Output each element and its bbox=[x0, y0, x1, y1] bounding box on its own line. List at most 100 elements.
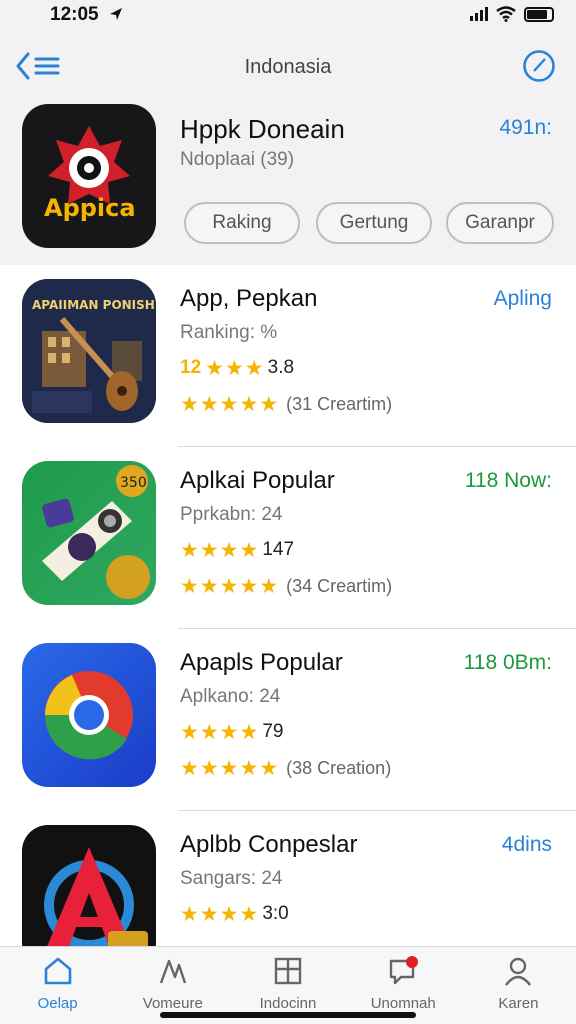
app-icon-caption: APAIIMAN PONISHN bbox=[32, 298, 156, 312]
star-icon: ★ bbox=[199, 575, 219, 598]
status-time: 12:05 bbox=[50, 4, 99, 25]
header: Indonasia Appica Hppk Doneain Ndoplaai (… bbox=[0, 30, 576, 265]
score-stars: ★ ★ ★ ★ bbox=[180, 904, 258, 925]
tab-label: Oelap bbox=[37, 995, 78, 1012]
tab-fifth[interactable]: Karen bbox=[461, 947, 576, 1024]
app-name: App, Pepkan bbox=[180, 285, 318, 312]
score-value: 147 bbox=[262, 539, 295, 560]
star-icon: ★ bbox=[199, 538, 219, 562]
star-icon: ★ bbox=[199, 720, 219, 744]
list-item[interactable]: Apapls Popular 118 0Bm: Aplkano: 24 ★ ★ ★ ★… bbox=[0, 629, 576, 811]
rating-stars: ★ ★ ★ ★ ★ bbox=[180, 576, 278, 597]
score-line: ★ ★ ★ ★ 79 bbox=[180, 721, 283, 743]
app-name: Aplbb Conpeslar bbox=[180, 831, 358, 858]
grid-icon bbox=[274, 957, 302, 985]
score-line: 12 ★ ★ ★ 3.8 bbox=[180, 357, 294, 379]
score-line: ★ ★ ★ ★ 147 bbox=[180, 539, 294, 561]
star-icon: ★ bbox=[239, 902, 259, 926]
rating-stars: ★ ★ ★ ★ ★ bbox=[180, 394, 278, 415]
pill-third[interactable]: Garanpr bbox=[446, 202, 554, 244]
star-icon: ★ bbox=[259, 757, 279, 780]
app-list: APAIIMAN PONISHN App, Pepkan Apling Rank… bbox=[0, 265, 576, 993]
star-icon: ★ bbox=[239, 720, 259, 744]
score-prefix: 12 bbox=[180, 357, 202, 378]
star-icon: ★ bbox=[219, 575, 239, 598]
location-icon bbox=[110, 8, 122, 20]
app-side-label[interactable]: 118 0Bm: bbox=[464, 651, 552, 675]
score-line: ★ ★ ★ ★ 3:0 bbox=[180, 903, 289, 925]
star-icon: ★ bbox=[219, 538, 239, 562]
app-side-label[interactable]: 4dins bbox=[502, 833, 552, 857]
rating-line: ★ ★ ★ ★ ★ (38 Creation) bbox=[180, 758, 391, 779]
app-name: Aplkai Popular bbox=[180, 467, 335, 494]
star-icon: ★ bbox=[199, 757, 219, 780]
app-meta: Ranking: % bbox=[180, 322, 278, 343]
app-icon-green[interactable]: 350 bbox=[22, 461, 156, 605]
battery-icon bbox=[524, 6, 554, 22]
score-value: 3:0 bbox=[262, 903, 289, 924]
hero-subtitle: Ndoplaai (39) bbox=[180, 149, 295, 170]
app-icon-chrome[interactable] bbox=[22, 643, 156, 787]
hero-title: Hppk Doneain bbox=[180, 114, 345, 144]
home-indicator bbox=[160, 1012, 416, 1018]
list-item[interactable]: APAIIMAN PONISHN App, Pepkan Apling Rank… bbox=[0, 265, 576, 447]
tab-label: Karen bbox=[498, 995, 539, 1012]
page-title: Indonasia bbox=[244, 56, 332, 78]
list-item[interactable]: 350 Aplkai Popular 118 Now: Pprkabn: 24 … bbox=[0, 447, 576, 629]
score-stars: ★ ★ ★ ★ bbox=[180, 540, 258, 561]
pill-second[interactable]: Gertung bbox=[316, 202, 432, 244]
app-side-label[interactable]: Apling bbox=[494, 287, 552, 311]
score-value: 79 bbox=[262, 721, 284, 742]
chart-icon bbox=[159, 959, 186, 984]
status-bar: 12:05 bbox=[0, 0, 576, 30]
app-meta: Pprkabn: 24 bbox=[180, 504, 283, 525]
star-icon: ★ bbox=[219, 393, 239, 416]
star-icon: ★ bbox=[180, 393, 199, 416]
chat-icon bbox=[390, 956, 419, 985]
app-icon-caption: 350 bbox=[120, 475, 147, 491]
star-icon: ★ bbox=[239, 538, 259, 562]
star-icon: ★ bbox=[180, 575, 199, 598]
star-icon: ★ bbox=[219, 720, 239, 744]
star-icon: ★ bbox=[239, 575, 259, 598]
home-icon bbox=[44, 957, 71, 985]
star-icon: ★ bbox=[180, 538, 199, 562]
star-icon: ★ bbox=[199, 902, 219, 926]
star-icon: ★ bbox=[219, 757, 239, 780]
star-icon: ★ bbox=[219, 902, 239, 926]
star-icon: ★ bbox=[199, 393, 219, 416]
tab-label: Vomeure bbox=[142, 995, 203, 1012]
star-icon: ★ bbox=[205, 356, 224, 380]
hero-app-icon[interactable]: Appica bbox=[22, 104, 156, 248]
star-icon: ★ bbox=[259, 393, 279, 416]
rating-line: ★ ★ ★ ★ ★ (34 Creartim) bbox=[180, 576, 392, 597]
status-icons bbox=[470, 6, 554, 22]
star-icon: ★ bbox=[239, 757, 259, 780]
wifi-icon bbox=[496, 6, 516, 22]
score-stars: ★ ★ ★ bbox=[205, 358, 263, 379]
star-icon: ★ bbox=[259, 575, 279, 598]
app-name: Apapls Popular bbox=[180, 649, 343, 676]
compass-icon[interactable] bbox=[522, 49, 556, 83]
app-meta: Aplkano: 24 bbox=[180, 686, 281, 707]
hero-badge[interactable]: 491n: bbox=[499, 116, 552, 140]
app-icon-instrument[interactable]: APAIIMAN PONISHN bbox=[22, 279, 156, 423]
score-value: 3.8 bbox=[267, 357, 295, 378]
app-meta: Sangars: 24 bbox=[180, 868, 283, 889]
review-count: (31 Creartim) bbox=[286, 394, 393, 414]
rating-stars: ★ ★ ★ ★ ★ bbox=[180, 758, 278, 779]
tab-label: Indocinn bbox=[259, 995, 317, 1012]
star-icon: ★ bbox=[244, 356, 264, 380]
person-icon bbox=[505, 957, 532, 986]
review-count: (38 Creation) bbox=[286, 758, 392, 778]
star-icon: ★ bbox=[180, 902, 199, 926]
tab-home[interactable]: Oelap bbox=[0, 947, 115, 1024]
hero-icon-text: Appica bbox=[44, 194, 136, 222]
tab-label: Unomnah bbox=[370, 995, 436, 1012]
score-stars: ★ ★ ★ ★ bbox=[180, 722, 258, 743]
pill-ranking[interactable]: Raking bbox=[184, 202, 300, 244]
app-side-label[interactable]: 118 Now: bbox=[465, 469, 552, 493]
rating-line: ★ ★ ★ ★ ★ (31 Creartim) bbox=[180, 394, 392, 415]
signal-icon bbox=[470, 7, 488, 21]
star-icon: ★ bbox=[180, 720, 199, 744]
